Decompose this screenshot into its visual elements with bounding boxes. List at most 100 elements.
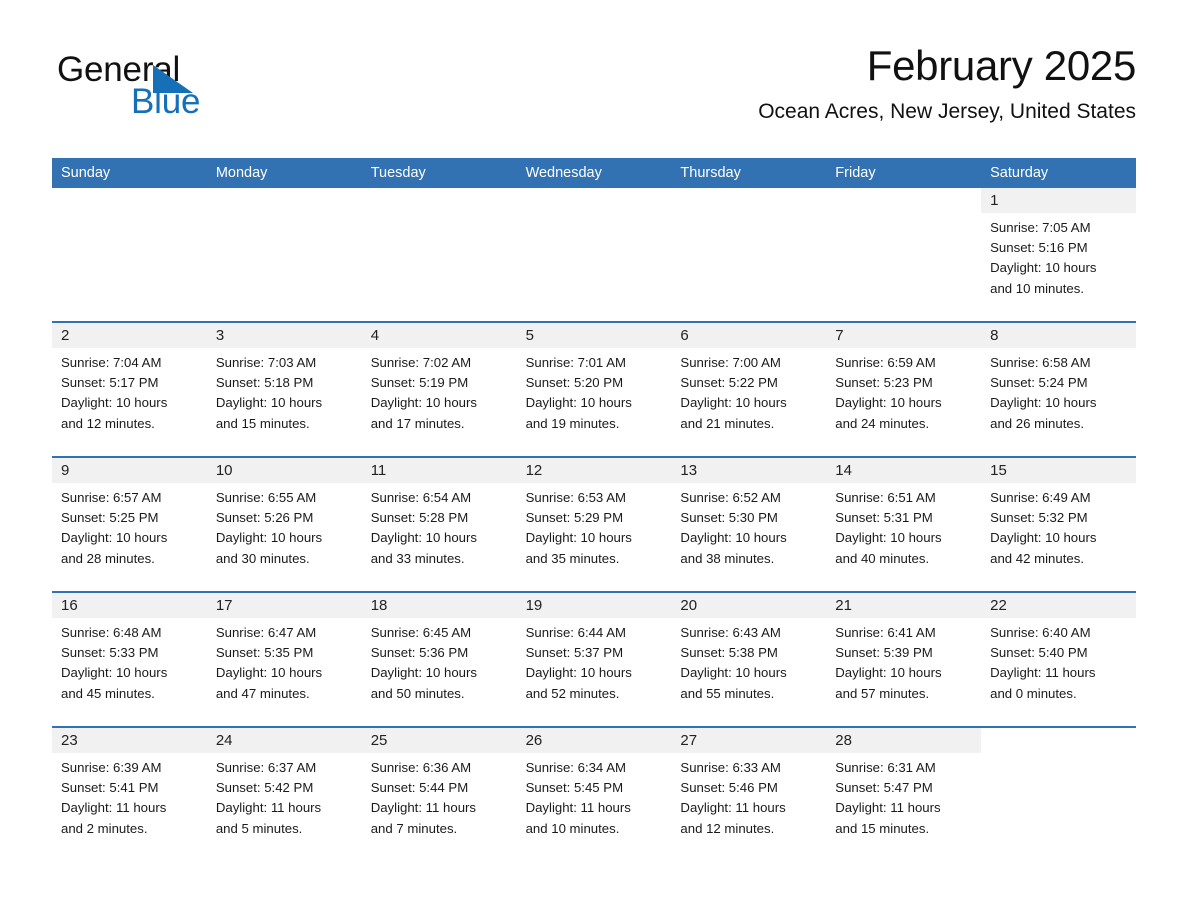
day-sun-info: Sunrise: 6:51 AM Sunset: 5:31 PM Daylight:… [826, 483, 981, 569]
day-number-band: 3 [206, 323, 362, 348]
day-number: 7 [835, 327, 844, 344]
sunrise-text: Sunrise: 6:43 AM [680, 625, 781, 640]
day-number-band: 7 [826, 323, 982, 348]
calendar-day-cell[interactable]: 24 Sunrise: 6:37 AM Sunset: 5:42 PM Dayligh… [206, 728, 362, 861]
day-number-band: 11 [361, 458, 517, 483]
calendar-day-cell[interactable]: 2 Sunrise: 7:04 AM Sunset: 5:17 PM Daylight… [52, 323, 207, 456]
daylight-text-line2: and 15 minutes. [835, 820, 930, 836]
calendar-day-cell[interactable]: 23 Sunrise: 6:39 AM Sunset: 5:41 PM Dayligh… [52, 728, 207, 861]
calendar-day-cell[interactable]: 22 Sunrise: 6:40 AM Sunset: 5:40 PM Dayligh… [981, 593, 1136, 726]
day-number-band: 19 [516, 593, 672, 618]
day-number: 8 [990, 327, 999, 344]
calendar-day-cell[interactable]: 3 Sunrise: 7:03 AM Sunset: 5:18 PM Daylight… [206, 323, 362, 456]
calendar-day-cell[interactable]: 26 Sunrise: 6:34 AM Sunset: 5:45 PM Dayligh… [516, 728, 672, 861]
daylight-text-line2: and 52 minutes. [525, 685, 620, 701]
calendar-page: General Blue February 2025 Ocean Acres, … [0, 0, 1188, 918]
calendar-weeks: 1 Sunrise: 7:05 AM Sunset: 5:16 PM Daylight… [52, 188, 1136, 861]
day-sun-info: Sunrise: 6:52 AM Sunset: 5:30 PM Daylight:… [671, 483, 826, 569]
sunset-text: Sunset: 5:44 PM [370, 780, 469, 796]
day-sun-info: Sunrise: 6:55 AM Sunset: 5:26 PM Daylight:… [207, 483, 362, 569]
day-sun-info: Sunrise: 6:40 AM Sunset: 5:40 PM Daylight:… [981, 618, 1136, 704]
sunrise-text: Sunrise: 6:45 AM [370, 625, 472, 640]
sunset-text: Sunset: 5:24 PM [990, 375, 1088, 391]
daylight-text-line1: Daylight: 11 hours [525, 800, 631, 816]
calendar-day-cell[interactable]: 4 Sunrise: 7:02 AM Sunset: 5:19 PM Daylight… [361, 323, 517, 456]
sunrise-text: Sunrise: 6:51 AM [835, 490, 936, 505]
daylight-text-line2: and 10 minutes. [525, 820, 620, 836]
day-number-band: 1 [981, 188, 1136, 213]
sunset-text: Sunset: 5:39 PM [835, 645, 933, 661]
sunset-text: Sunset: 5:26 PM [215, 510, 314, 526]
sunrise-text: Sunrise: 6:53 AM [525, 490, 626, 505]
weekday-header-saturday: Saturday [990, 165, 1049, 181]
day-number: 17 [215, 597, 233, 614]
sunrise-text: Sunrise: 6:49 AM [990, 490, 1091, 505]
day-number-band: 18 [361, 593, 517, 618]
logo-text-blue: Blue [131, 82, 201, 121]
day-number-band: 6 [671, 323, 827, 348]
calendar-day-cell[interactable]: 12 Sunrise: 6:53 AM Sunset: 5:29 PM Dayligh… [516, 458, 672, 591]
daylight-text-line1: Daylight: 11 hours [215, 800, 322, 816]
day-number: 23 [61, 732, 78, 749]
page-subtitle-location: Ocean Acres, New Jersey, United States [758, 100, 1136, 124]
day-number: 15 [990, 462, 1007, 479]
day-sun-info: Sunrise: 6:53 AM Sunset: 5:29 PM Daylight:… [517, 483, 672, 569]
calendar-day-cell[interactable]: 7 Sunrise: 6:59 AM Sunset: 5:23 PM Daylight… [826, 323, 982, 456]
daylight-text-line1: Daylight: 10 hours [61, 395, 168, 411]
calendar-day-cell[interactable]: 18 Sunrise: 6:45 AM Sunset: 5:36 PM Dayligh… [361, 593, 517, 726]
sunset-text: Sunset: 5:30 PM [680, 510, 778, 526]
day-number-band: 13 [671, 458, 827, 483]
sunrise-text: Sunrise: 6:48 AM [61, 625, 162, 640]
day-number-band: 24 [206, 728, 362, 753]
calendar-day-cell[interactable]: 11 Sunrise: 6:54 AM Sunset: 5:28 PM Dayligh… [361, 458, 517, 591]
calendar-day-cell[interactable]: 10 Sunrise: 6:55 AM Sunset: 5:26 PM Dayligh… [206, 458, 362, 591]
sunrise-text: Sunrise: 6:31 AM [835, 760, 936, 775]
calendar-day-cell-empty [671, 188, 827, 321]
calendar-day-cell[interactable]: 6 Sunrise: 7:00 AM Sunset: 5:22 PM Daylight… [671, 323, 827, 456]
day-sun-info: Sunrise: 6:49 AM Sunset: 5:32 PM Daylight:… [981, 483, 1136, 569]
calendar-day-cell[interactable]: 19 Sunrise: 6:44 AM Sunset: 5:37 PM Dayligh… [516, 593, 672, 726]
day-number-band: 17 [206, 593, 362, 618]
daylight-text-line2: and 12 minutes. [680, 820, 775, 836]
sunrise-text: Sunrise: 6:44 AM [525, 625, 626, 640]
calendar-week-row: 2 Sunrise: 7:04 AM Sunset: 5:17 PM Daylight… [52, 321, 1136, 456]
day-number: 25 [370, 732, 388, 749]
day-sun-info: Sunrise: 6:47 AM Sunset: 5:35 PM Daylight:… [207, 618, 362, 704]
calendar-day-cell[interactable]: 1 Sunrise: 7:05 AM Sunset: 5:16 PM Daylight… [981, 188, 1136, 321]
daylight-text-line1: Daylight: 11 hours [680, 800, 786, 816]
calendar-day-cell[interactable]: 21 Sunrise: 6:41 AM Sunset: 5:39 PM Dayligh… [826, 593, 982, 726]
calendar-day-cell[interactable]: 27 Sunrise: 6:33 AM Sunset: 5:46 PM Dayligh… [671, 728, 827, 861]
day-number-band [207, 188, 362, 213]
daylight-text-line2: and 17 minutes. [370, 415, 465, 431]
sunset-text: Sunset: 5:31 PM [835, 510, 933, 526]
calendar-day-cell[interactable]: 15 Sunrise: 6:49 AM Sunset: 5:32 PM Dayligh… [981, 458, 1136, 591]
daylight-text-line2: and 2 minutes. [61, 820, 148, 836]
day-number-band: 20 [671, 593, 827, 618]
calendar-day-cell[interactable]: 25 Sunrise: 6:36 AM Sunset: 5:44 PM Dayligh… [361, 728, 517, 861]
sunset-text: Sunset: 5:20 PM [525, 375, 624, 391]
calendar-day-cell[interactable]: 17 Sunrise: 6:47 AM Sunset: 5:35 PM Dayligh… [206, 593, 362, 726]
calendar-day-cell[interactable]: 8 Sunrise: 6:58 AM Sunset: 5:24 PM Daylight… [981, 323, 1136, 456]
daylight-text-line2: and 5 minutes. [215, 820, 303, 836]
calendar-day-cell[interactable]: 5 Sunrise: 7:01 AM Sunset: 5:20 PM Daylight… [516, 323, 672, 456]
calendar-day-cell[interactable]: 28 Sunrise: 6:31 AM Sunset: 5:47 PM Dayligh… [826, 728, 982, 861]
sunrise-text: Sunrise: 6:36 AM [370, 760, 472, 775]
calendar-day-cell[interactable]: 9 Sunrise: 6:57 AM Sunset: 5:25 PM Daylight… [52, 458, 207, 591]
weekday-header-sunday: Sunday [61, 165, 111, 181]
generalblue-logo: General Blue [57, 52, 317, 122]
calendar-day-cell-empty [206, 188, 362, 321]
sunrise-text: Sunrise: 6:33 AM [680, 760, 781, 775]
daylight-text-line2: and 24 minutes. [835, 415, 930, 431]
calendar-day-cell[interactable]: 14 Sunrise: 6:51 AM Sunset: 5:31 PM Dayligh… [826, 458, 982, 591]
calendar-day-cell[interactable]: 20 Sunrise: 6:43 AM Sunset: 5:38 PM Dayligh… [671, 593, 827, 726]
day-number-band: 12 [516, 458, 672, 483]
calendar-day-cell[interactable]: 16 Sunrise: 6:48 AM Sunset: 5:33 PM Dayligh… [52, 593, 207, 726]
sunrise-text: Sunrise: 6:37 AM [215, 760, 317, 775]
weekday-header-monday: Monday [215, 165, 268, 181]
sunrise-text: Sunrise: 6:52 AM [680, 490, 781, 505]
day-number: 10 [215, 462, 233, 479]
weekday-header-thursday: Thursday [680, 165, 741, 181]
sunset-text: Sunset: 5:17 PM [61, 375, 159, 391]
calendar-day-cell[interactable]: 13 Sunrise: 6:52 AM Sunset: 5:30 PM Dayligh… [671, 458, 827, 591]
day-sun-info: Sunrise: 6:34 AM Sunset: 5:45 PM Daylight:… [517, 753, 672, 839]
